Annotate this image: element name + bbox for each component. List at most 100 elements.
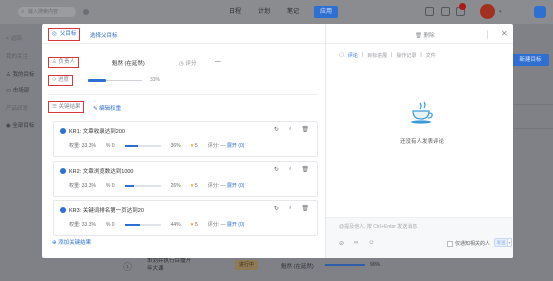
kr-status-icon [60, 207, 66, 213]
kr-expand-link[interactable]: 展开 (0) [227, 143, 245, 149]
sidebar-item-following[interactable]: 我的关注 [6, 52, 28, 60]
emoji-icon[interactable]: ☺ [368, 240, 374, 247]
kr-likes: 5 [194, 142, 198, 149]
nav-notes[interactable]: 笔记 [287, 6, 299, 18]
kr-progress-fill [124, 144, 138, 147]
refresh-icon[interactable] [425, 7, 434, 16]
link-icon[interactable]: ∞ [354, 240, 358, 247]
coffee-cup-icon [411, 101, 433, 124]
sidebar-item-marketing[interactable]: ▭ 市场部 [6, 86, 29, 94]
score-label: ◷ 评分 [179, 59, 196, 67]
key-result-card[interactable]: KR3: 关键词排名第一页达到20 ↻ ♁ 🗑 权重: 33.3% % 0 44% … [53, 200, 318, 236]
tab-files[interactable]: 文件 [426, 52, 436, 59]
comment-toolbar: ⊘ ∞ ☺ [339, 240, 374, 247]
heart-icon[interactable]: ♥ [191, 222, 194, 228]
heart-icon[interactable]: ♥ [191, 143, 194, 149]
tab-history[interactable]: 操作记录 [396, 52, 416, 59]
parent-goal-label: 父目标 [59, 31, 77, 37]
delete-button[interactable]: 🗑 删除 [415, 31, 435, 39]
row-number: 1 [123, 262, 132, 271]
kr-weight: 权重: 33.3% [69, 222, 96, 228]
search-input[interactable]: ⌕ 输入搜索内容 [18, 7, 76, 17]
sidebar-item-label: 我的目标 [12, 72, 35, 78]
sidebar-item-label: 全部目标 [12, 123, 35, 129]
kr-progress-text: 44% [170, 221, 181, 228]
owner-label-text: 负责人 [58, 59, 75, 65]
kr-title[interactable]: KR1: 文章收录达到200 [69, 127, 125, 135]
kr-score: 评分: — [207, 222, 226, 228]
kr-title[interactable]: KR3: 关键词排名第一页达到20 [69, 206, 144, 214]
score-value[interactable]: — [215, 59, 221, 65]
kr-status-icon [60, 128, 66, 134]
row-owner: 魁然 (在延然) [281, 264, 314, 270]
progress-fill [88, 79, 106, 82]
add-key-result-link[interactable]: ⊕ 添加关键结果 [52, 238, 91, 246]
refresh-icon[interactable]: ↻ [274, 166, 279, 173]
kr-progress-fill [124, 184, 134, 187]
row-progress-text: 90% [370, 262, 381, 268]
notify-checkbox-group[interactable]: 仅通知相关的人 [447, 240, 490, 247]
sidebar-item-label: 市场部 [12, 88, 30, 94]
bulb-icon[interactable]: ♁ [288, 126, 293, 133]
nav-plan[interactable]: 计划 [258, 6, 270, 18]
trash-icon[interactable]: 🗑 [301, 166, 309, 173]
status-dot [83, 9, 89, 15]
send-button[interactable]: 发送 [494, 238, 508, 247]
comment-placeholder: @提及他人, 按 Ctrl+Enter 发送消息 [339, 224, 418, 230]
key-results-label-text: 关键结果 [58, 104, 81, 110]
add-key-result-text: 添加关键结果 [58, 240, 92, 246]
kr-expand-link[interactable]: 展开 (0) [227, 183, 245, 189]
refresh-icon[interactable]: ↻ [274, 126, 279, 133]
heart-icon[interactable]: ♥ [191, 183, 194, 189]
nav-apps[interactable]: 应用 [314, 6, 339, 18]
app-icon[interactable] [534, 6, 546, 18]
refresh-icon[interactable]: ↻ [274, 205, 279, 212]
comment-tabs: ▢ 评论 | 目标进展 | 操作记录 | 文件 [339, 52, 436, 59]
kr-expand-link[interactable]: 展开 (0) [227, 222, 245, 228]
sidebar-item-all-goals[interactable]: ◉ 全部目标 [6, 121, 34, 129]
search-icon: ⌕ [21, 9, 25, 15]
nav-schedule[interactable]: 日程 [229, 6, 241, 18]
right-background-panel: 新建目标 [508, 24, 553, 281]
trash-icon[interactable]: 🗑 [301, 126, 309, 133]
progress-label: ⟐ 进度 [48, 75, 73, 86]
chevron-down-icon[interactable]: ▾ [499, 9, 502, 15]
avatar[interactable] [480, 4, 495, 19]
grid-icon[interactable] [441, 7, 450, 16]
sidebar-item-rnd[interactable]: 产品研发 [6, 104, 28, 112]
kr-likes: 5 [194, 182, 198, 189]
bulb-icon[interactable]: ♁ [288, 205, 293, 212]
edit-weight-link[interactable]: ✎ 编辑权重 [93, 104, 121, 112]
kr-score: 评分: — [207, 143, 226, 149]
owner-name[interactable]: 魁然 (在延然) [112, 59, 145, 67]
attachment-icon[interactable]: ⊘ [339, 240, 344, 247]
notify-checkbox[interactable] [447, 240, 453, 247]
bulb-icon[interactable]: ♁ [288, 166, 293, 173]
goal-detail-modal: ◎ 父目标 选择父目标 ♙ 负责人 魁然 (在延然) ◷ 评分 — ⟐ 进度 3… [42, 24, 513, 258]
chevron-down-icon[interactable]: ▾ [507, 238, 512, 247]
close-icon[interactable]: ✕ [501, 29, 508, 38]
kr-title[interactable]: KR2: 文章浏览数达到1000 [69, 167, 134, 175]
back-link[interactable]: < 返回 [6, 34, 22, 42]
left-sidebar: < 返回 我的关注 ♙ 我的目标 ▭ 市场部 产品研发 ◉ 全部目标 [0, 24, 46, 281]
folder-icon: ▭ [6, 88, 13, 94]
new-goal-button[interactable]: 新建目标 [512, 54, 549, 66]
notify-label: 仅通知相关的人 [455, 241, 491, 247]
progress-text: 33% [150, 77, 161, 83]
tab-progress[interactable]: 目标进展 [367, 52, 387, 59]
parent-goal-button[interactable]: ◎ 父目标 [48, 28, 81, 41]
trash-icon[interactable]: 🗑 [301, 205, 309, 212]
key-results-label: ☰ 关键结果 [48, 101, 85, 113]
delete-label: 删除 [423, 33, 435, 39]
score-label-text: 评分 [185, 61, 197, 67]
kr-weight: 权重: 33.3% [69, 143, 96, 149]
row-progress-bar [325, 264, 365, 266]
owner-label: ♙ 负责人 [48, 57, 79, 68]
key-result-card[interactable]: KR1: 文章收录达到200 ↻ ♁ 🗑 权重: 33.3% % 0 36% ♥ 5… [53, 121, 318, 157]
tab-comments[interactable]: 评论 [348, 52, 358, 59]
kr-start: % 0 [105, 182, 115, 189]
kr-score: 评分: — [207, 183, 226, 189]
select-parent-link[interactable]: 选择父目标 [90, 31, 118, 39]
key-result-card[interactable]: KR2: 文章浏览数达到1000 ↻ ♁ 🗑 权重: 33.3% % 0 26% ♥… [53, 161, 318, 197]
sidebar-item-my-goals[interactable]: ♙ 我的目标 [6, 70, 34, 78]
